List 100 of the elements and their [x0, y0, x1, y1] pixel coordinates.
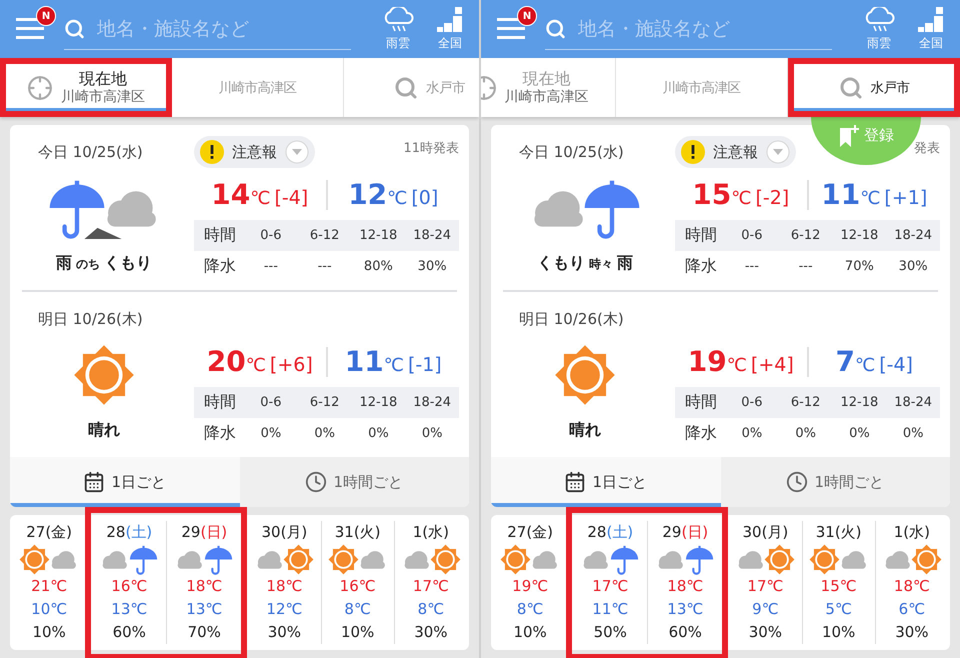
day-label: 27(金)	[26, 522, 72, 543]
day-label: 29(日)	[662, 522, 708, 543]
high-temperature: 17℃	[412, 576, 449, 597]
rain-chance: 30%	[748, 622, 782, 643]
low-temperature: 8℃	[418, 599, 444, 620]
table-header-cell-text: 6-12	[790, 394, 822, 410]
day-label: 30(月)	[261, 522, 308, 543]
tab-title: 現在地	[79, 68, 127, 89]
table-header-cell-text: 12-18	[358, 394, 398, 410]
location-tab[interactable]: 現在地 川崎市高津区	[0, 58, 172, 117]
search-field[interactable]: 地名・施設名など	[576, 16, 832, 40]
clock-icon	[786, 471, 808, 493]
rain-chance: 10%	[513, 622, 547, 643]
crosshair-icon	[27, 74, 53, 100]
rain-chance: 30%	[895, 622, 929, 643]
table-cell-text: 0%	[313, 426, 336, 440]
clock-icon	[305, 471, 328, 493]
day-label: 29(日)	[181, 522, 228, 543]
high-temperature: 18℃	[266, 576, 302, 597]
rain-chance: 60%	[112, 622, 146, 643]
rain-chance: 30%	[414, 622, 448, 643]
table-cell-text: 0%	[260, 426, 282, 440]
location-tab[interactable]: 川崎市高津区	[616, 58, 788, 117]
table-cell-text: 0%	[420, 426, 444, 440]
weather-text: くもり 時々 雨	[536, 253, 634, 274]
map-icon	[918, 6, 944, 32]
calendar-icon	[564, 471, 586, 493]
tab-subtitle: 川崎市高津区	[61, 88, 145, 106]
table-header-cell-text: 18-24	[412, 394, 452, 410]
calendar-icon	[83, 471, 106, 493]
location-tab[interactable]: 川崎市高津区	[172, 58, 344, 117]
warning-icon	[200, 140, 224, 164]
low-temperature: 7℃ [-4]	[836, 345, 913, 378]
low-temperature: 13℃	[111, 599, 148, 620]
rain-chance: 10%	[340, 622, 374, 643]
dropdown-icon	[285, 140, 309, 164]
high-temperature: 17℃	[592, 576, 628, 597]
table-header-cell-text: 0-6	[740, 228, 764, 242]
high-temperature: 18℃	[186, 576, 222, 597]
table-cell-text: 70%	[844, 258, 875, 274]
low-temperature: 10℃	[31, 599, 68, 620]
view-tab[interactable]: 1日ごと	[10, 457, 240, 507]
view-tab[interactable]: 1時間ごと	[240, 457, 469, 507]
rain-radar-button[interactable]: 雨雲	[375, 6, 421, 52]
table-cell-text: 80%	[362, 258, 394, 274]
low-temperature: 9℃	[752, 599, 779, 620]
view-tab[interactable]: 1日ごと	[491, 457, 720, 507]
tab-subtitle: 川崎市高津区	[504, 88, 588, 106]
low-temperature: 8℃	[516, 599, 544, 620]
table-header-cell-text: 6-12	[308, 228, 340, 242]
notification-badge: N	[36, 6, 56, 26]
tab-title: 現在地	[522, 68, 570, 89]
table-cell-text: ---	[316, 258, 333, 274]
warning-button[interactable]: 注意報	[194, 136, 315, 168]
dropdown-icon	[766, 140, 790, 164]
table-cell-text: 30%	[416, 258, 448, 274]
table-cell-text: 降水	[203, 256, 237, 276]
date-label: 今日 10/25(水)	[37, 142, 144, 162]
location-tab[interactable]: 水戸市	[344, 58, 479, 117]
day-label: 27(金)	[507, 522, 554, 543]
day-label: 1(水)	[412, 522, 449, 543]
table-header-cell-text: 18-24	[412, 228, 452, 242]
table-header-cell-text: 6-12	[790, 228, 822, 242]
low-temperature: 11℃ [-1]	[344, 345, 442, 378]
high-temperature: 17℃	[747, 576, 784, 597]
rain-chance: 70%	[188, 622, 221, 643]
low-temperature: 13℃	[667, 599, 704, 620]
table-cell-text: 30%	[898, 258, 929, 274]
search-field[interactable]: 地名・施設名など	[95, 16, 351, 40]
warning-button[interactable]: 注意報	[675, 136, 796, 168]
notification-badge: N	[517, 6, 537, 26]
location-tab[interactable]: 水戸市	[788, 58, 960, 117]
view-tab[interactable]: 1時間ごと	[720, 457, 950, 507]
day-label: 28(土)	[106, 522, 152, 543]
warning-icon	[681, 140, 705, 164]
day-label: 1(水)	[894, 522, 930, 543]
table-cell-text: 0%	[740, 426, 764, 440]
table-header-cell-text: 12-18	[839, 394, 880, 410]
rain-chance: 50%	[594, 622, 627, 643]
table-cell-text: 0%	[794, 426, 817, 440]
location-tab[interactable]: 現在地 川崎市高津区	[481, 58, 616, 117]
table-header-cell-text: 時間	[203, 392, 237, 412]
weather-text: 晴れ	[88, 420, 120, 442]
table-cell-text: 0%	[902, 426, 924, 440]
bookmark-plus-icon	[838, 124, 860, 148]
table-cell-text: 0%	[367, 426, 390, 440]
table-header-cell-text: 時間	[203, 224, 237, 246]
high-temperature: 20℃ [+6]	[206, 345, 313, 378]
table-header-cell-text: 12-18	[839, 228, 880, 242]
table-header-cell-text: 18-24	[893, 228, 934, 242]
date-label: 今日 10/25(水)	[518, 142, 625, 162]
nationwide-button[interactable]: 全国	[912, 6, 950, 52]
search-icon	[838, 76, 862, 100]
search-icon	[394, 76, 418, 100]
nationwide-button[interactable]: 全国	[431, 6, 469, 52]
rain-radar-button[interactable]: 雨雲	[856, 6, 902, 52]
rain-chance: 30%	[268, 622, 302, 643]
table-header-cell-text: 0-6	[259, 394, 282, 410]
rain-chance: 60%	[668, 622, 702, 643]
low-temperature: 12℃ [0]	[348, 178, 438, 211]
